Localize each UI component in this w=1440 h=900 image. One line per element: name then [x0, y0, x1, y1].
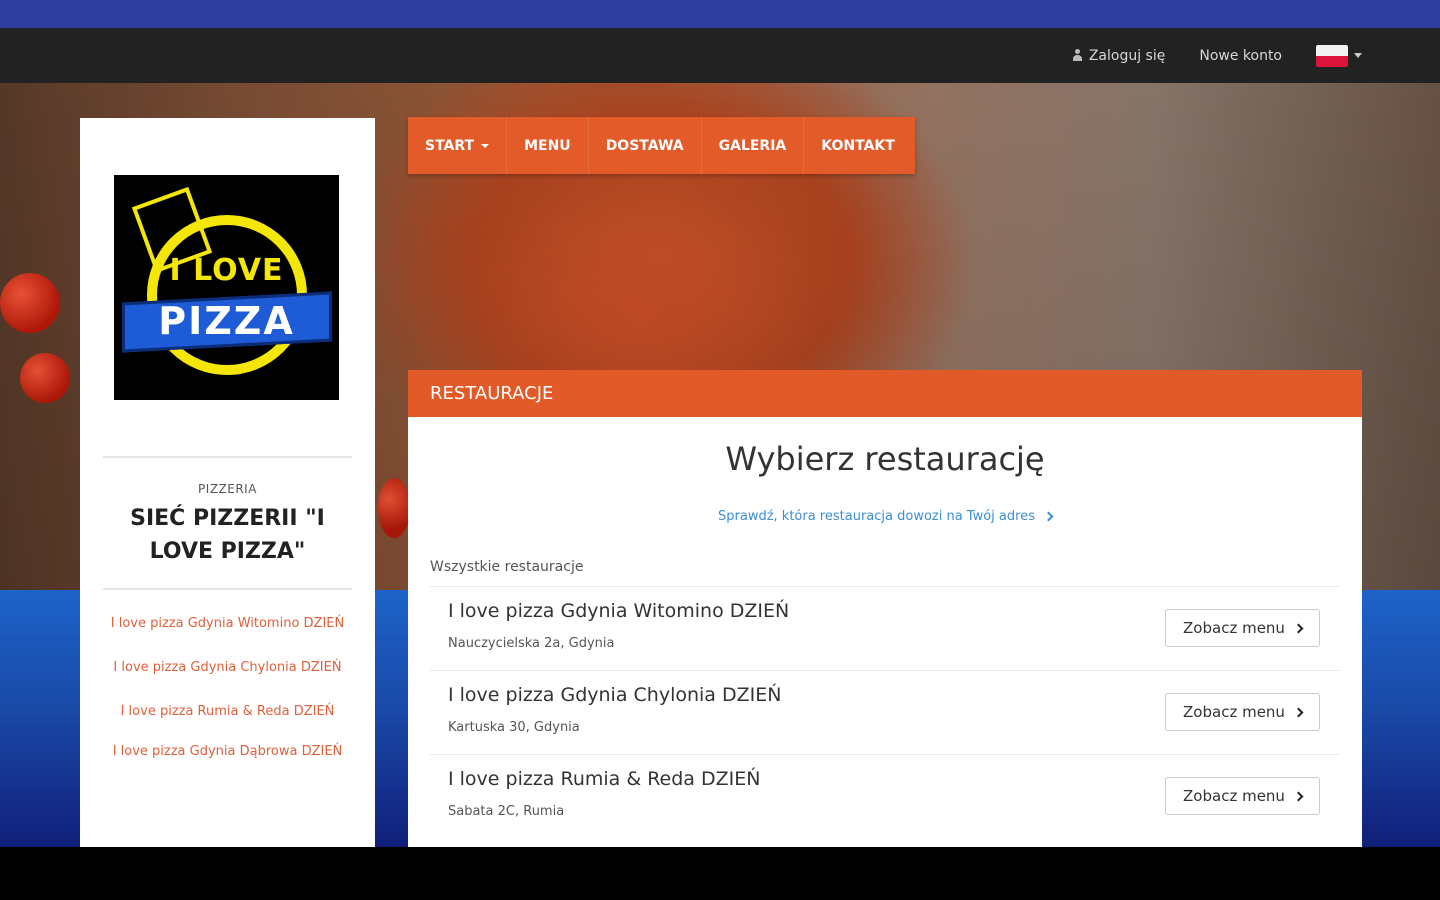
chevron-down-icon: [1354, 53, 1362, 58]
sidebar-card: I LOVE PIZZA PIZZERIA SIEĆ PIZZERII "I L…: [80, 118, 375, 847]
chevron-right-icon: [1293, 791, 1304, 801]
restaurant-address: Kartuska 30, Gdynia: [448, 720, 580, 735]
sidebar-divider: [103, 456, 352, 458]
sidebar-link-dabrowa[interactable]: I love pizza Gdynia Dąbrowa DZIEŃ: [100, 741, 355, 762]
top-strip: [0, 0, 1440, 28]
menu-item-label: KONTAKT: [821, 137, 895, 154]
bottom-bar: [0, 847, 1440, 900]
view-menu-label: Zobacz menu: [1183, 703, 1285, 721]
menu-item-dostawa[interactable]: DOSTAWA: [589, 117, 702, 174]
check-delivery-link[interactable]: Sprawdź, która restauracja dowozi na Twó…: [408, 509, 1362, 524]
restaurant-row: I love pizza Gdynia Chylonia DZIEŃ Kartu…: [430, 670, 1340, 754]
navbar-right: Zaloguj się Nowe konto: [1072, 28, 1362, 83]
panel-header: RESTAURACJE: [408, 370, 1362, 417]
top-navbar: Zaloguj się Nowe konto: [0, 28, 1440, 83]
restaurant-name: I love pizza Gdynia Chylonia DZIEŃ: [448, 684, 782, 706]
menu-item-label: START: [425, 137, 475, 154]
restaurant-address: Sabata 2C, Rumia: [448, 804, 565, 819]
pizza-logo[interactable]: I LOVE PIZZA: [114, 175, 339, 400]
menu-item-label: DOSTAWA: [605, 137, 684, 154]
restaurant-row: I love pizza Rumia & Reda DZIEŃ Sabata 2…: [430, 754, 1340, 838]
menu-item-label: GALERIA: [718, 137, 787, 154]
view-menu-button[interactable]: Zobacz menu: [1165, 777, 1320, 815]
sidebar-kicker: PIZZERIA: [198, 482, 257, 496]
login-link[interactable]: Zaloguj się: [1072, 47, 1166, 64]
chevron-right-icon: [1293, 623, 1304, 633]
view-menu-button[interactable]: Zobacz menu: [1165, 609, 1320, 647]
language-selector[interactable]: [1316, 44, 1362, 67]
sidebar-restaurant-links: I love pizza Gdynia Witomino DZIEŃ I lov…: [100, 613, 355, 785]
tomato-decoration: [0, 273, 60, 333]
sidebar-link-chylonia[interactable]: I love pizza Gdynia Chylonia DZIEŃ: [100, 657, 355, 678]
sidebar-title: SIEĆ PIZZERII "I LOVE PIZZA": [130, 506, 325, 564]
view-menu-button[interactable]: Zobacz menu: [1165, 693, 1320, 731]
menu-item-label: MENU: [524, 137, 571, 154]
tomato-decoration: [20, 353, 70, 403]
restaurant-list: I love pizza Gdynia Witomino DZIEŃ Naucz…: [430, 586, 1340, 838]
page-title: Wybierz restaurację: [725, 440, 1045, 478]
restaurant-name: I love pizza Rumia & Reda DZIEŃ: [448, 768, 761, 790]
panel-header-label: RESTAURACJE: [430, 383, 554, 404]
restaurant-row: I love pizza Gdynia Witomino DZIEŃ Naucz…: [430, 586, 1340, 670]
menu-item-kontakt[interactable]: KONTAKT: [804, 117, 912, 174]
restaurant-address: Nauczycielska 2a, Gdynia: [448, 636, 615, 651]
chevron-right-icon: [1293, 707, 1304, 717]
sidebar-link-rumia-reda[interactable]: I love pizza Rumia & Reda DZIEŃ: [100, 701, 355, 722]
sidebar-link-witomino[interactable]: I love pizza Gdynia Witomino DZIEŃ: [100, 613, 355, 634]
menu-item-start[interactable]: START: [408, 117, 508, 174]
logo-text-top: I LOVE: [169, 253, 284, 288]
tomato-decoration: [378, 478, 410, 538]
logo-text-bottom: PIZZA: [158, 299, 295, 343]
sidebar-divider: [103, 588, 352, 590]
chevron-down-icon: [481, 143, 490, 148]
check-delivery-label: Sprawdź, która restauracja dowozi na Twó…: [718, 509, 1035, 524]
user-icon: [1072, 49, 1083, 62]
menu-item-menu[interactable]: MENU: [507, 117, 589, 174]
menu-item-galeria[interactable]: GALERIA: [702, 117, 805, 174]
all-restaurants-label: Wszystkie restauracje: [430, 559, 584, 575]
chevron-right-icon: [1043, 511, 1054, 522]
view-menu-label: Zobacz menu: [1183, 787, 1285, 805]
main-menu: START MENU DOSTAWA GALERIA KONTAKT: [408, 117, 915, 174]
register-link[interactable]: Nowe konto: [1199, 48, 1282, 64]
register-label: Nowe konto: [1199, 47, 1282, 64]
pl-flag-icon: [1316, 44, 1348, 67]
restaurant-name: I love pizza Gdynia Witomino DZIEŃ: [448, 600, 790, 622]
login-label: Zaloguj się: [1088, 47, 1166, 64]
restaurants-panel: RESTAURACJE Wybierz restaurację Sprawdź,…: [408, 370, 1362, 847]
view-menu-label: Zobacz menu: [1183, 619, 1285, 637]
